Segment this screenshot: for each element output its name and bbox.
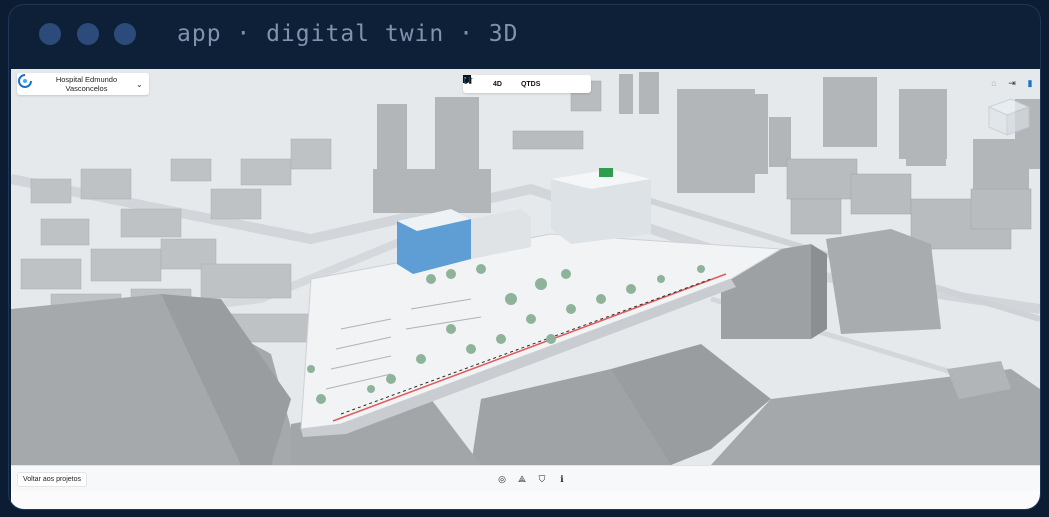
app-window: app · digital twin · 3D Hospital Edmundo… [8, 4, 1041, 510]
measure-icon[interactable]: ⟁ [515, 472, 529, 486]
camera-icon[interactable]: ◎ [495, 472, 509, 486]
qtds-button[interactable]: QTDS [463, 75, 548, 93]
home-outline-icon[interactable]: ⌂ [988, 77, 1000, 89]
city-3d-scene[interactable] [11, 69, 1040, 465]
qtds-label: QTDS [520, 80, 541, 88]
window-close-dot[interactable] [39, 23, 61, 45]
window-minimize-dot[interactable] [77, 23, 99, 45]
project-selector[interactable]: Hospital Edmundo Vasconcelos ⌄ [17, 73, 149, 95]
project-name: Hospital Edmundo Vasconcelos [55, 75, 118, 93]
filter-icon[interactable]: ⛉ [535, 472, 549, 486]
window-title: app · digital twin · 3D [177, 21, 519, 47]
4d-button[interactable]: 4D [463, 75, 510, 93]
project-logo-icon [18, 74, 37, 92]
back-to-projects-button[interactable]: Voltar aos projetos [17, 472, 87, 487]
4d-label: 4D [493, 80, 502, 88]
top-right-toolbar: ⌂ ⇥ ▮ [988, 77, 1036, 89]
bottom-toolbar: Voltar aos projetos ◎ ⟁ ⛉ ℹ [11, 465, 1040, 491]
window-maximize-dot[interactable] [114, 23, 136, 45]
view-mode-toolbar: 4D QTDS [463, 75, 591, 93]
title-bar: app · digital twin · 3D [9, 5, 1040, 65]
viewer-tools: ◎ ⟁ ⛉ ℹ [495, 472, 569, 486]
3d-viewport[interactable]: Hospital Edmundo Vasconcelos ⌄ 4D QTDS ⌂… [11, 69, 1040, 465]
exit-icon[interactable]: ⇥ [1006, 77, 1018, 89]
status-area [11, 491, 1040, 509]
info-icon[interactable]: ℹ [555, 472, 569, 486]
chevron-down-icon: ⌄ [136, 79, 143, 89]
bar-chart-icon[interactable]: ▮ [1024, 77, 1036, 89]
